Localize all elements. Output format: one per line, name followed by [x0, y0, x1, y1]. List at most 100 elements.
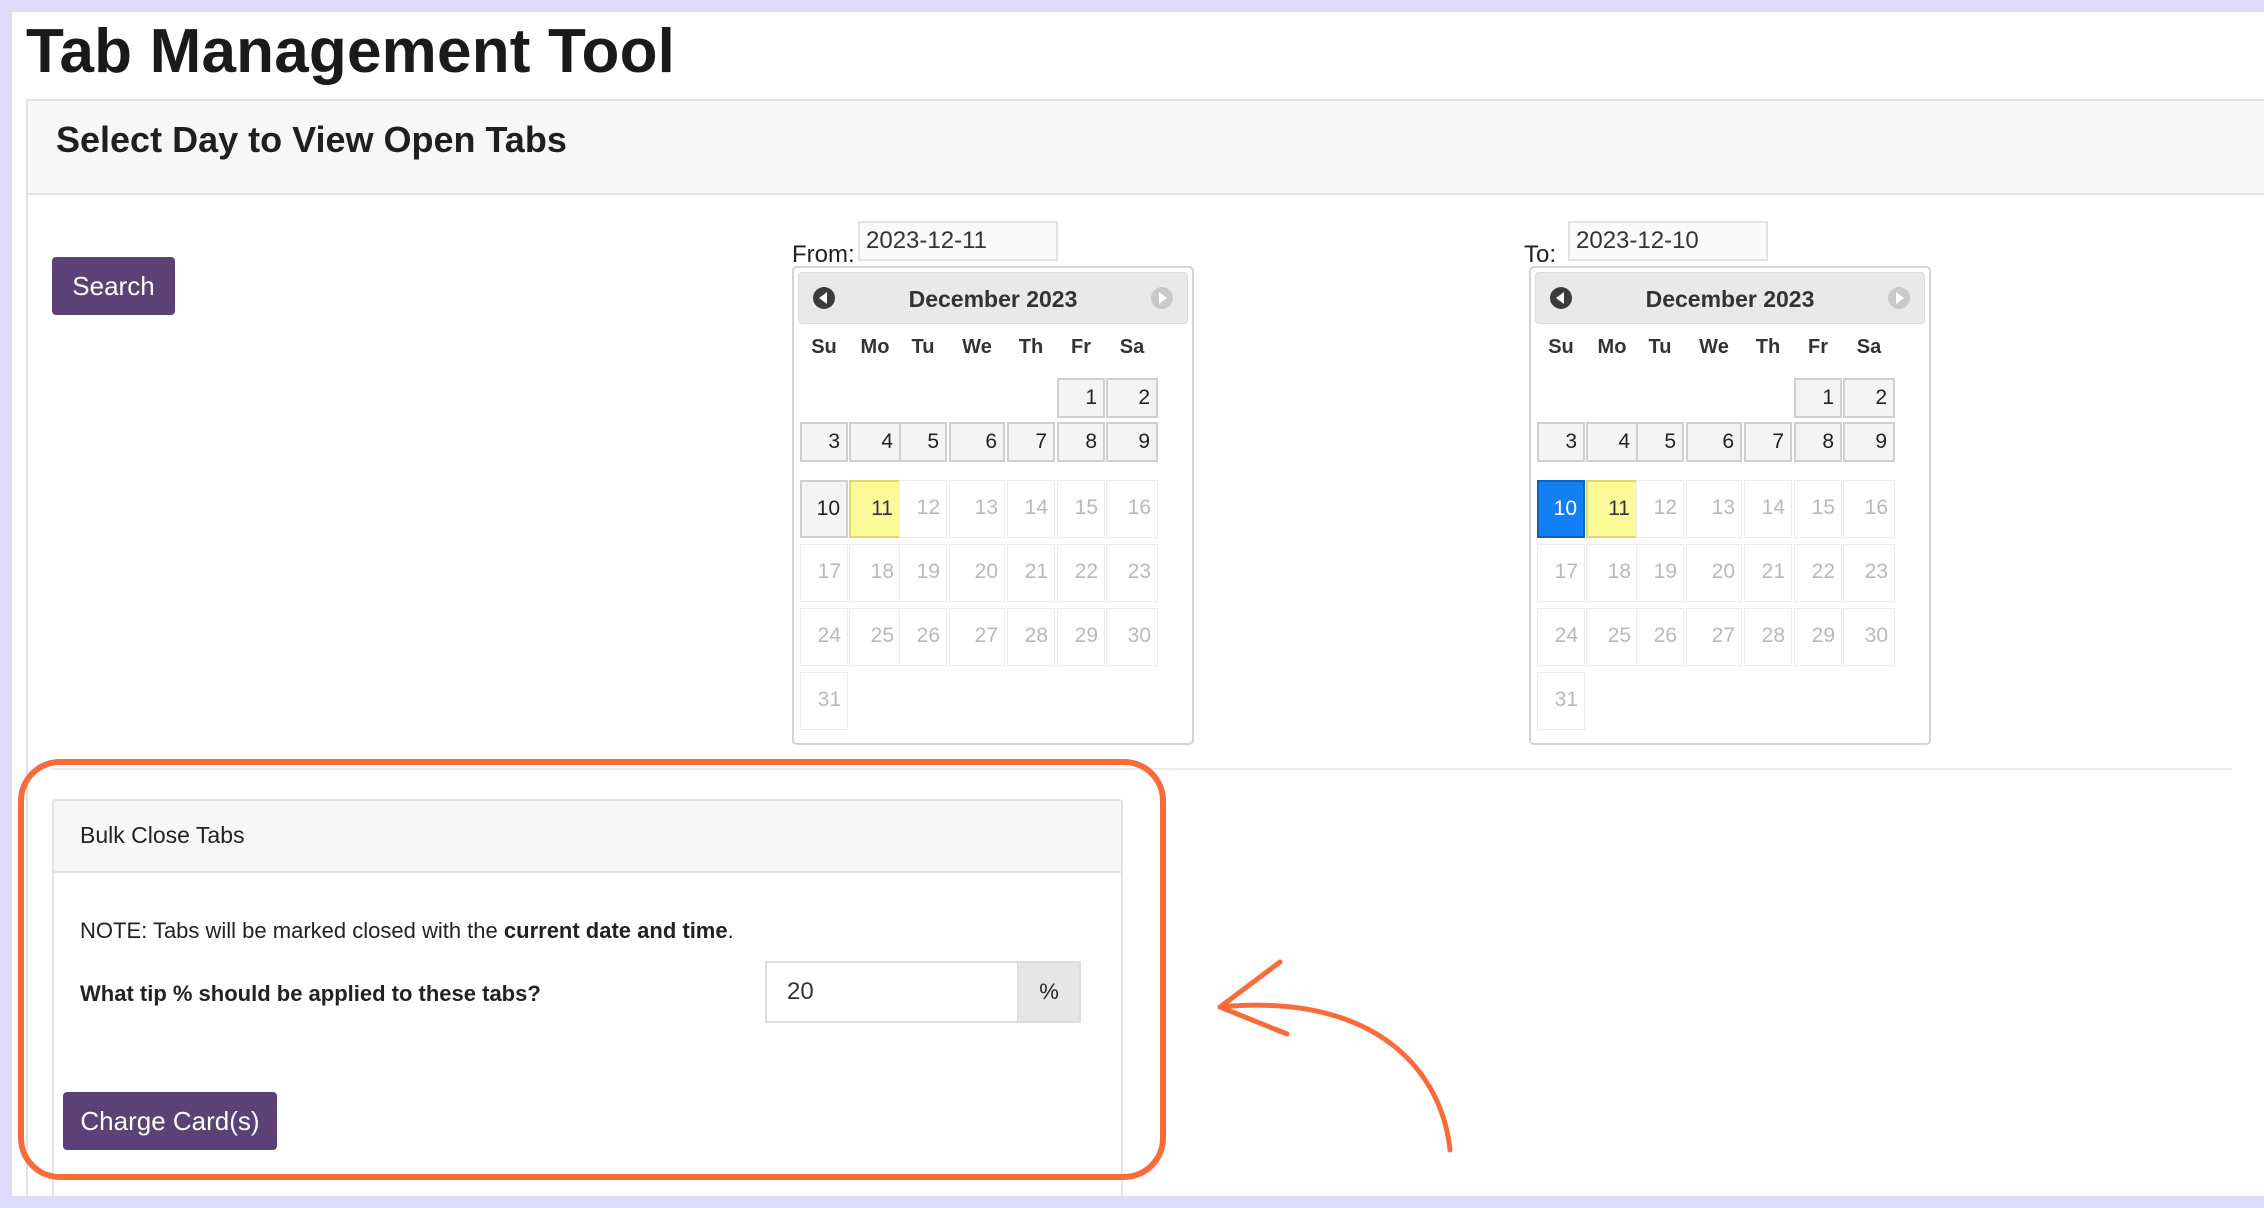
- charge-cards-button[interactable]: Charge Card(s): [63, 1092, 277, 1150]
- to-next-month-icon[interactable]: [1888, 287, 1910, 309]
- from-day-23: 23: [1106, 544, 1158, 602]
- from-weekday-sa: Sa: [1119, 336, 1145, 358]
- from-day-15: 15: [1057, 480, 1105, 538]
- from-day-9[interactable]: 9: [1106, 422, 1158, 462]
- to-day-24: 24: [1537, 608, 1585, 666]
- from-day-11[interactable]: 11: [849, 480, 901, 538]
- note-emphasis: current date and time: [503, 918, 728, 943]
- bulk-close-header: Bulk Close Tabs: [54, 801, 1121, 873]
- note-prefix: NOTE: Tabs will be marked closed with th…: [80, 918, 504, 943]
- to-day-10[interactable]: 10: [1537, 480, 1585, 538]
- from-next-month-icon[interactable]: [1151, 287, 1173, 309]
- from-calendar: December 2023 Su Mo Tu We Th Fr Sa 1 2 3 4 5 6 7 8 9 10…: [792, 266, 1194, 745]
- to-day-8[interactable]: 8: [1794, 422, 1842, 462]
- from-day-29: 29: [1057, 608, 1105, 666]
- from-day-28: 28: [1007, 608, 1055, 666]
- from-weekday-row: Su Mo Tu We Th Fr Sa: [800, 336, 1190, 366]
- to-day-29: 29: [1794, 608, 1842, 666]
- to-day-15: 15: [1794, 480, 1842, 538]
- from-day-2[interactable]: 2: [1106, 378, 1158, 418]
- panel-title: Select Day to View Open Tabs: [56, 119, 567, 160]
- from-weekday-th: Th: [1018, 336, 1044, 358]
- to-weekday-mo: Mo: [1597, 336, 1627, 358]
- note-suffix: .: [727, 918, 734, 943]
- to-weekday-fr: Fr: [1808, 336, 1828, 358]
- from-weekday-mo: Mo: [860, 336, 890, 358]
- from-day-1[interactable]: 1: [1057, 378, 1105, 418]
- page-title: Tab Management Tool: [26, 17, 676, 86]
- to-day-23: 23: [1843, 544, 1895, 602]
- to-day-11[interactable]: 11: [1586, 480, 1638, 538]
- from-weekday-su: Su: [811, 336, 837, 358]
- to-weekday-sa: Sa: [1856, 336, 1882, 358]
- to-day-13: 13: [1686, 480, 1742, 538]
- from-day-18: 18: [849, 544, 901, 602]
- from-day-25: 25: [849, 608, 901, 666]
- to-weekday-row: Su Mo Tu We Th Fr Sa: [1537, 336, 1927, 366]
- to-weekday-tu: Tu: [1648, 336, 1672, 358]
- from-date-input[interactable]: [858, 221, 1058, 261]
- to-weekday-su: Su: [1548, 336, 1574, 358]
- to-day-25: 25: [1586, 608, 1638, 666]
- to-day-7[interactable]: 7: [1744, 422, 1792, 462]
- to-day-12: 12: [1636, 480, 1684, 538]
- to-day-14: 14: [1744, 480, 1792, 538]
- to-date-input[interactable]: [1568, 221, 1768, 261]
- from-day-31: 31: [800, 672, 848, 730]
- tip-percent-input[interactable]: [765, 961, 1017, 1023]
- from-day-24: 24: [800, 608, 848, 666]
- to-day-17: 17: [1537, 544, 1585, 602]
- annotation-arrow: [1217, 959, 1453, 1153]
- to-day-3[interactable]: 3: [1537, 422, 1585, 462]
- from-day-6[interactable]: 6: [949, 422, 1005, 462]
- to-day-19: 19: [1636, 544, 1684, 602]
- to-calendar-title: December 2023: [1645, 286, 1815, 312]
- to-weekday-we: We: [1699, 336, 1729, 358]
- section-divider: [52, 768, 2232, 770]
- from-day-8[interactable]: 8: [1057, 422, 1105, 462]
- to-day-27: 27: [1686, 608, 1742, 666]
- to-day-28: 28: [1744, 608, 1792, 666]
- from-calendar-title: December 2023: [908, 286, 1078, 312]
- from-day-20: 20: [949, 544, 1005, 602]
- from-day-7[interactable]: 7: [1007, 422, 1055, 462]
- to-day-30: 30: [1843, 608, 1895, 666]
- app-page: Tab Management Tool Select Day to View O…: [12, 12, 2264, 1196]
- from-day-30: 30: [1106, 608, 1158, 666]
- from-weekday-we: We: [962, 336, 992, 358]
- from-day-3[interactable]: 3: [800, 422, 848, 462]
- from-day-5[interactable]: 5: [899, 422, 947, 462]
- tip-question-label: What tip % should be applied to these ta…: [80, 981, 541, 1006]
- from-day-16: 16: [1106, 480, 1158, 538]
- from-day-12: 12: [899, 480, 947, 538]
- from-weekday-tu: Tu: [911, 336, 935, 358]
- to-date-label: To:: [1524, 241, 1557, 268]
- from-weekday-fr: Fr: [1071, 336, 1091, 358]
- to-day-21: 21: [1744, 544, 1792, 602]
- panel-header: Select Day to View Open Tabs: [28, 101, 2264, 195]
- to-day-1[interactable]: 1: [1794, 378, 1842, 418]
- to-day-20: 20: [1686, 544, 1742, 602]
- to-day-2[interactable]: 2: [1843, 378, 1895, 418]
- to-day-9[interactable]: 9: [1843, 422, 1895, 462]
- tip-input-group: %: [765, 961, 1081, 1023]
- from-day-27: 27: [949, 608, 1005, 666]
- from-day-22: 22: [1057, 544, 1105, 602]
- to-day-6[interactable]: 6: [1686, 422, 1742, 462]
- to-day-22: 22: [1794, 544, 1842, 602]
- to-calendar-header: December 2023: [1535, 272, 1925, 324]
- from-date-label: From:: [792, 241, 855, 268]
- from-day-10[interactable]: 10: [800, 480, 848, 538]
- bulk-close-note: NOTE: Tabs will be marked closed with th…: [80, 918, 734, 944]
- to-day-26: 26: [1636, 608, 1684, 666]
- search-button[interactable]: Search: [52, 257, 175, 315]
- from-day-4[interactable]: 4: [849, 422, 901, 462]
- to-day-4[interactable]: 4: [1586, 422, 1638, 462]
- to-calendar: December 2023 Su Mo Tu We Th Fr Sa 1 2 3 4 5 6 7 8 9 10…: [1529, 266, 1931, 745]
- bulk-close-card: Bulk Close Tabs NOTE: Tabs will be marke…: [52, 799, 1123, 1196]
- from-day-14: 14: [1007, 480, 1055, 538]
- to-day-16: 16: [1843, 480, 1895, 538]
- to-day-5[interactable]: 5: [1636, 422, 1684, 462]
- percent-addon: %: [1017, 961, 1081, 1023]
- bulk-close-title: Bulk Close Tabs: [80, 822, 245, 848]
